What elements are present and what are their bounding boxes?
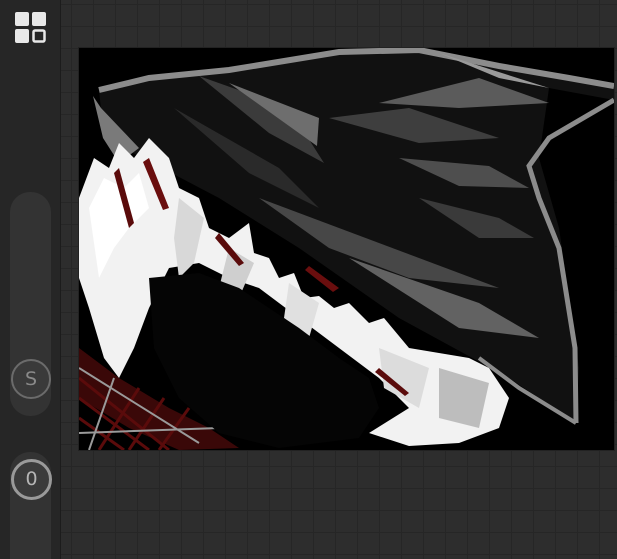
grid-layout-icon[interactable]	[14, 11, 47, 44]
drawing-app: S 0	[0, 0, 617, 559]
drawing-artwork	[79, 48, 614, 450]
counter-button[interactable]: 0	[11, 459, 52, 500]
drawing-canvas[interactable]	[79, 48, 614, 450]
left-toolbar: S 0	[0, 0, 61, 559]
symmetry-button[interactable]: S	[11, 359, 51, 399]
